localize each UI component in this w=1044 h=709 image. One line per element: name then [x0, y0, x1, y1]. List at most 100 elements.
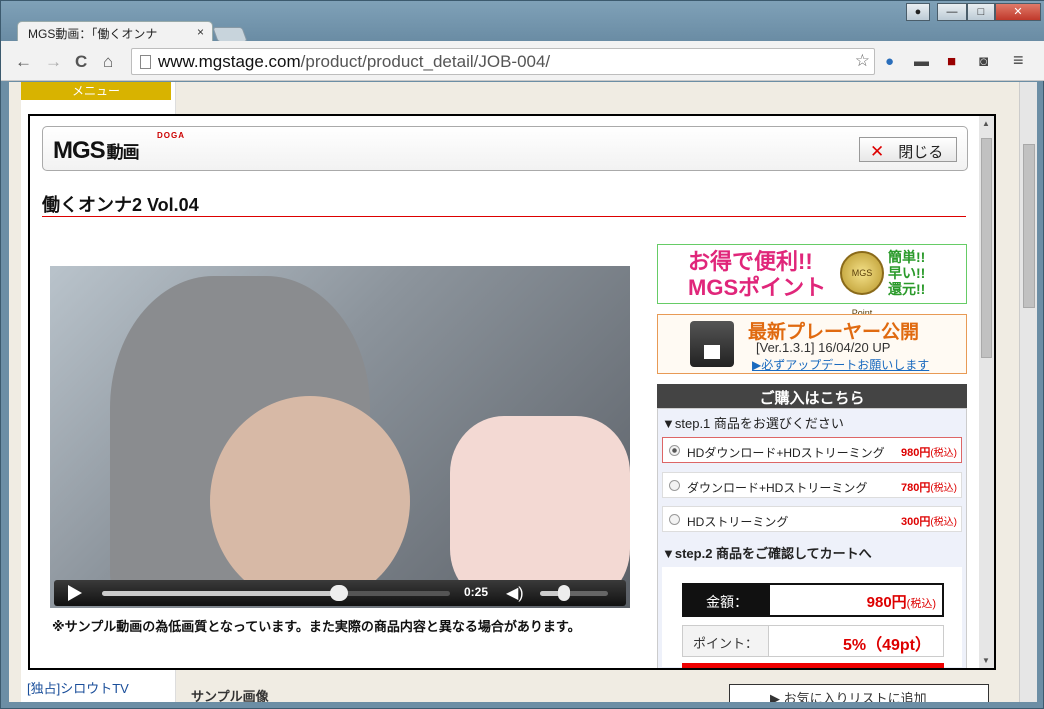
- close-button[interactable]: ✕: [995, 3, 1041, 21]
- option-label: HDストリーミング: [687, 515, 789, 529]
- seek-bar-fill: [102, 591, 339, 596]
- points-banner-side: 簡単!! 早い!! 還元!!: [888, 249, 925, 297]
- option-price: 980円(税込): [901, 444, 957, 460]
- page-scrollbar-thumb[interactable]: [1023, 144, 1035, 308]
- product-modal: MGS 動画 DOGA ✕ 閉じる 働くオンナ2 Vol.04 0:25 ◀) …: [28, 114, 996, 670]
- points-side-3: 還元!!: [888, 281, 926, 297]
- confirm-panel: 金額： 980円(税込) ポイント： 5%（49pt）: [662, 567, 962, 668]
- title-divider: [42, 216, 966, 217]
- page-scrollbar[interactable]: [1019, 82, 1037, 702]
- tab-close-icon[interactable]: ×: [197, 25, 204, 39]
- favorite-button[interactable]: ▶ お気に入りリストに追加: [729, 684, 989, 702]
- minimize-button[interactable]: —: [937, 3, 967, 21]
- shield-icon[interactable]: ■: [947, 53, 956, 70]
- points-side-2: 早い!!: [888, 265, 926, 281]
- scroll-up-icon[interactable]: ▲: [982, 119, 990, 128]
- browser-window: MGS動画：「働くオンナ × ● — □ ✕ ← → C ⌂ www.mgsta…: [0, 0, 1044, 709]
- current-time: 0:25: [464, 585, 489, 599]
- video-figure-2: [210, 396, 410, 606]
- player-version: [Ver.1.3.1] 16/04/20 UP: [756, 340, 891, 355]
- radio-button[interactable]: [669, 480, 680, 491]
- address-bar[interactable]: www.mgstage.com/product/product_detail/J…: [131, 48, 875, 75]
- seek-bar-handle[interactable]: [329, 585, 348, 601]
- sample-images-heading: サンプル画像: [191, 689, 269, 702]
- points-banner-line1: お得で便利!!: [688, 249, 813, 274]
- option-tax: (税込): [930, 483, 957, 494]
- url-host: www.mgstage.com: [158, 52, 301, 71]
- profile-icon[interactable]: ●: [906, 3, 930, 21]
- logo-jp: 動画: [106, 143, 140, 162]
- sidebar-link[interactable]: [独占]シロウトTV: [27, 678, 129, 697]
- option-price-value: 980円: [900, 447, 931, 459]
- play-icon[interactable]: [68, 585, 82, 601]
- close-icon: ✕: [870, 142, 885, 161]
- back-icon[interactable]: ←: [15, 52, 32, 72]
- radio-button[interactable]: [669, 514, 680, 525]
- video-figure-3: [450, 416, 630, 606]
- purchase-box: ▼step.1 商品をお選びください HDダウンロード+HDストリーミング 98…: [657, 408, 967, 668]
- points-value: 5%（49pt）: [842, 637, 931, 654]
- page-icon: [140, 55, 151, 69]
- option-hd-streaming[interactable]: HDストリーミング 300円(税込): [662, 506, 962, 532]
- maximize-button[interactable]: □: [967, 3, 995, 21]
- modal-scrollbar[interactable]: ▲ ▼: [979, 116, 994, 668]
- seek-bar[interactable]: [102, 585, 450, 601]
- points-banner-text: お得で便利!! MGSポイント: [688, 249, 826, 301]
- amount-tax: (税込): [906, 598, 936, 610]
- option-label: HDダウンロード+HDストリーミング: [687, 446, 885, 460]
- title-bar: MGS動画：「働くオンナ × ● — □ ✕: [1, 1, 1044, 43]
- modal-scrollbar-thumb[interactable]: [981, 138, 992, 358]
- browser-tab[interactable]: MGS動画：「働くオンナ ×: [17, 21, 213, 43]
- globe-icon[interactable]: ●: [885, 53, 894, 70]
- points-banner-line2: MGSポイント: [688, 275, 827, 300]
- step1-label: ▼step.1 商品をお選びください: [662, 416, 844, 431]
- menu-button[interactable]: メニュー: [21, 82, 171, 100]
- amount-value-number: 980円: [866, 594, 907, 611]
- video-note: ※サンプル動画の為低画質となっています。また実際の商品内容と異なる場合があります…: [52, 619, 581, 634]
- bookmark-star-icon[interactable]: ☆: [855, 51, 870, 71]
- option-label: ダウンロード+HDストリーミング: [687, 481, 868, 495]
- new-tab-button[interactable]: [212, 27, 248, 42]
- video-frame: [50, 266, 630, 608]
- product-title: 働くオンナ2 Vol.04: [42, 195, 199, 215]
- player-icon-inner: [704, 345, 720, 359]
- player-banner[interactable]: 最新プレーヤー公開 [Ver.1.3.1] 16/04/20 UP ▶必ずアップ…: [657, 314, 967, 374]
- points-banner[interactable]: お得で便利!! MGSポイント MGS Point 簡単!! 早い!! 還元!!: [657, 244, 967, 318]
- volume-icon[interactable]: ◀): [506, 583, 524, 603]
- home-icon[interactable]: ⌂: [103, 52, 113, 72]
- purchase-heading: ご購入はこちら: [657, 384, 967, 408]
- menu-icon[interactable]: ≡: [1013, 50, 1024, 71]
- option-price: 300円(税込): [901, 513, 957, 529]
- forward-icon[interactable]: →: [45, 52, 62, 72]
- amount-value: 980円(税込): [867, 591, 936, 612]
- modal-close-button[interactable]: ✕ 閉じる: [859, 137, 957, 162]
- amount-label: 金額：: [684, 585, 770, 615]
- radio-button[interactable]: [669, 445, 680, 456]
- reload-icon[interactable]: C: [75, 52, 87, 72]
- incognito-icon[interactable]: ▬: [914, 53, 929, 70]
- option-price-value: 300円: [900, 516, 931, 528]
- camera-icon[interactable]: ◙: [979, 53, 988, 70]
- option-download-streaming[interactable]: ダウンロード+HDストリーミング 780円(税込): [662, 472, 962, 498]
- url-path: /product/product_detail/JOB-004/: [300, 52, 551, 71]
- volume-slider[interactable]: [540, 585, 608, 601]
- add-to-cart-button[interactable]: [682, 663, 944, 668]
- points-side-1: 簡単!!: [888, 249, 926, 265]
- step2-label: ▼step.2 商品をご確認してカートへ: [662, 546, 872, 561]
- player-update-link[interactable]: ▶必ずアップデートお願いします: [752, 356, 929, 373]
- scroll-down-icon[interactable]: ▼: [982, 656, 990, 665]
- option-price: 780円(税込): [901, 479, 957, 495]
- points-row: ポイント： 5%（49pt）: [682, 625, 944, 657]
- option-tax: (税込): [930, 517, 957, 528]
- close-label: 閉じる: [898, 144, 944, 161]
- modal-header: MGS 動画 DOGA ✕ 閉じる: [42, 126, 968, 171]
- points-label: ポイント：: [683, 626, 769, 656]
- mgs-logo: MGS 動画 DOGA: [53, 131, 184, 165]
- amount-row: 金額： 980円(税込): [682, 583, 944, 617]
- mgs-player-icon: [690, 321, 734, 367]
- video-player[interactable]: 0:25 ◀): [50, 266, 630, 608]
- volume-handle[interactable]: [557, 585, 570, 601]
- option-hd-download-streaming[interactable]: HDダウンロード+HDストリーミング 980円(税込): [662, 437, 962, 463]
- option-price-value: 780円: [900, 482, 931, 494]
- browser-toolbar: ← → C ⌂ www.mgstage.com/product/product_…: [1, 41, 1044, 81]
